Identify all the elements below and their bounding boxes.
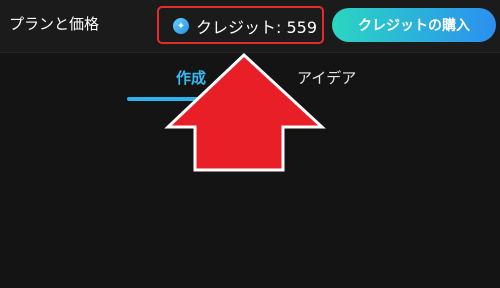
red-up-arrow-icon	[164, 52, 326, 172]
